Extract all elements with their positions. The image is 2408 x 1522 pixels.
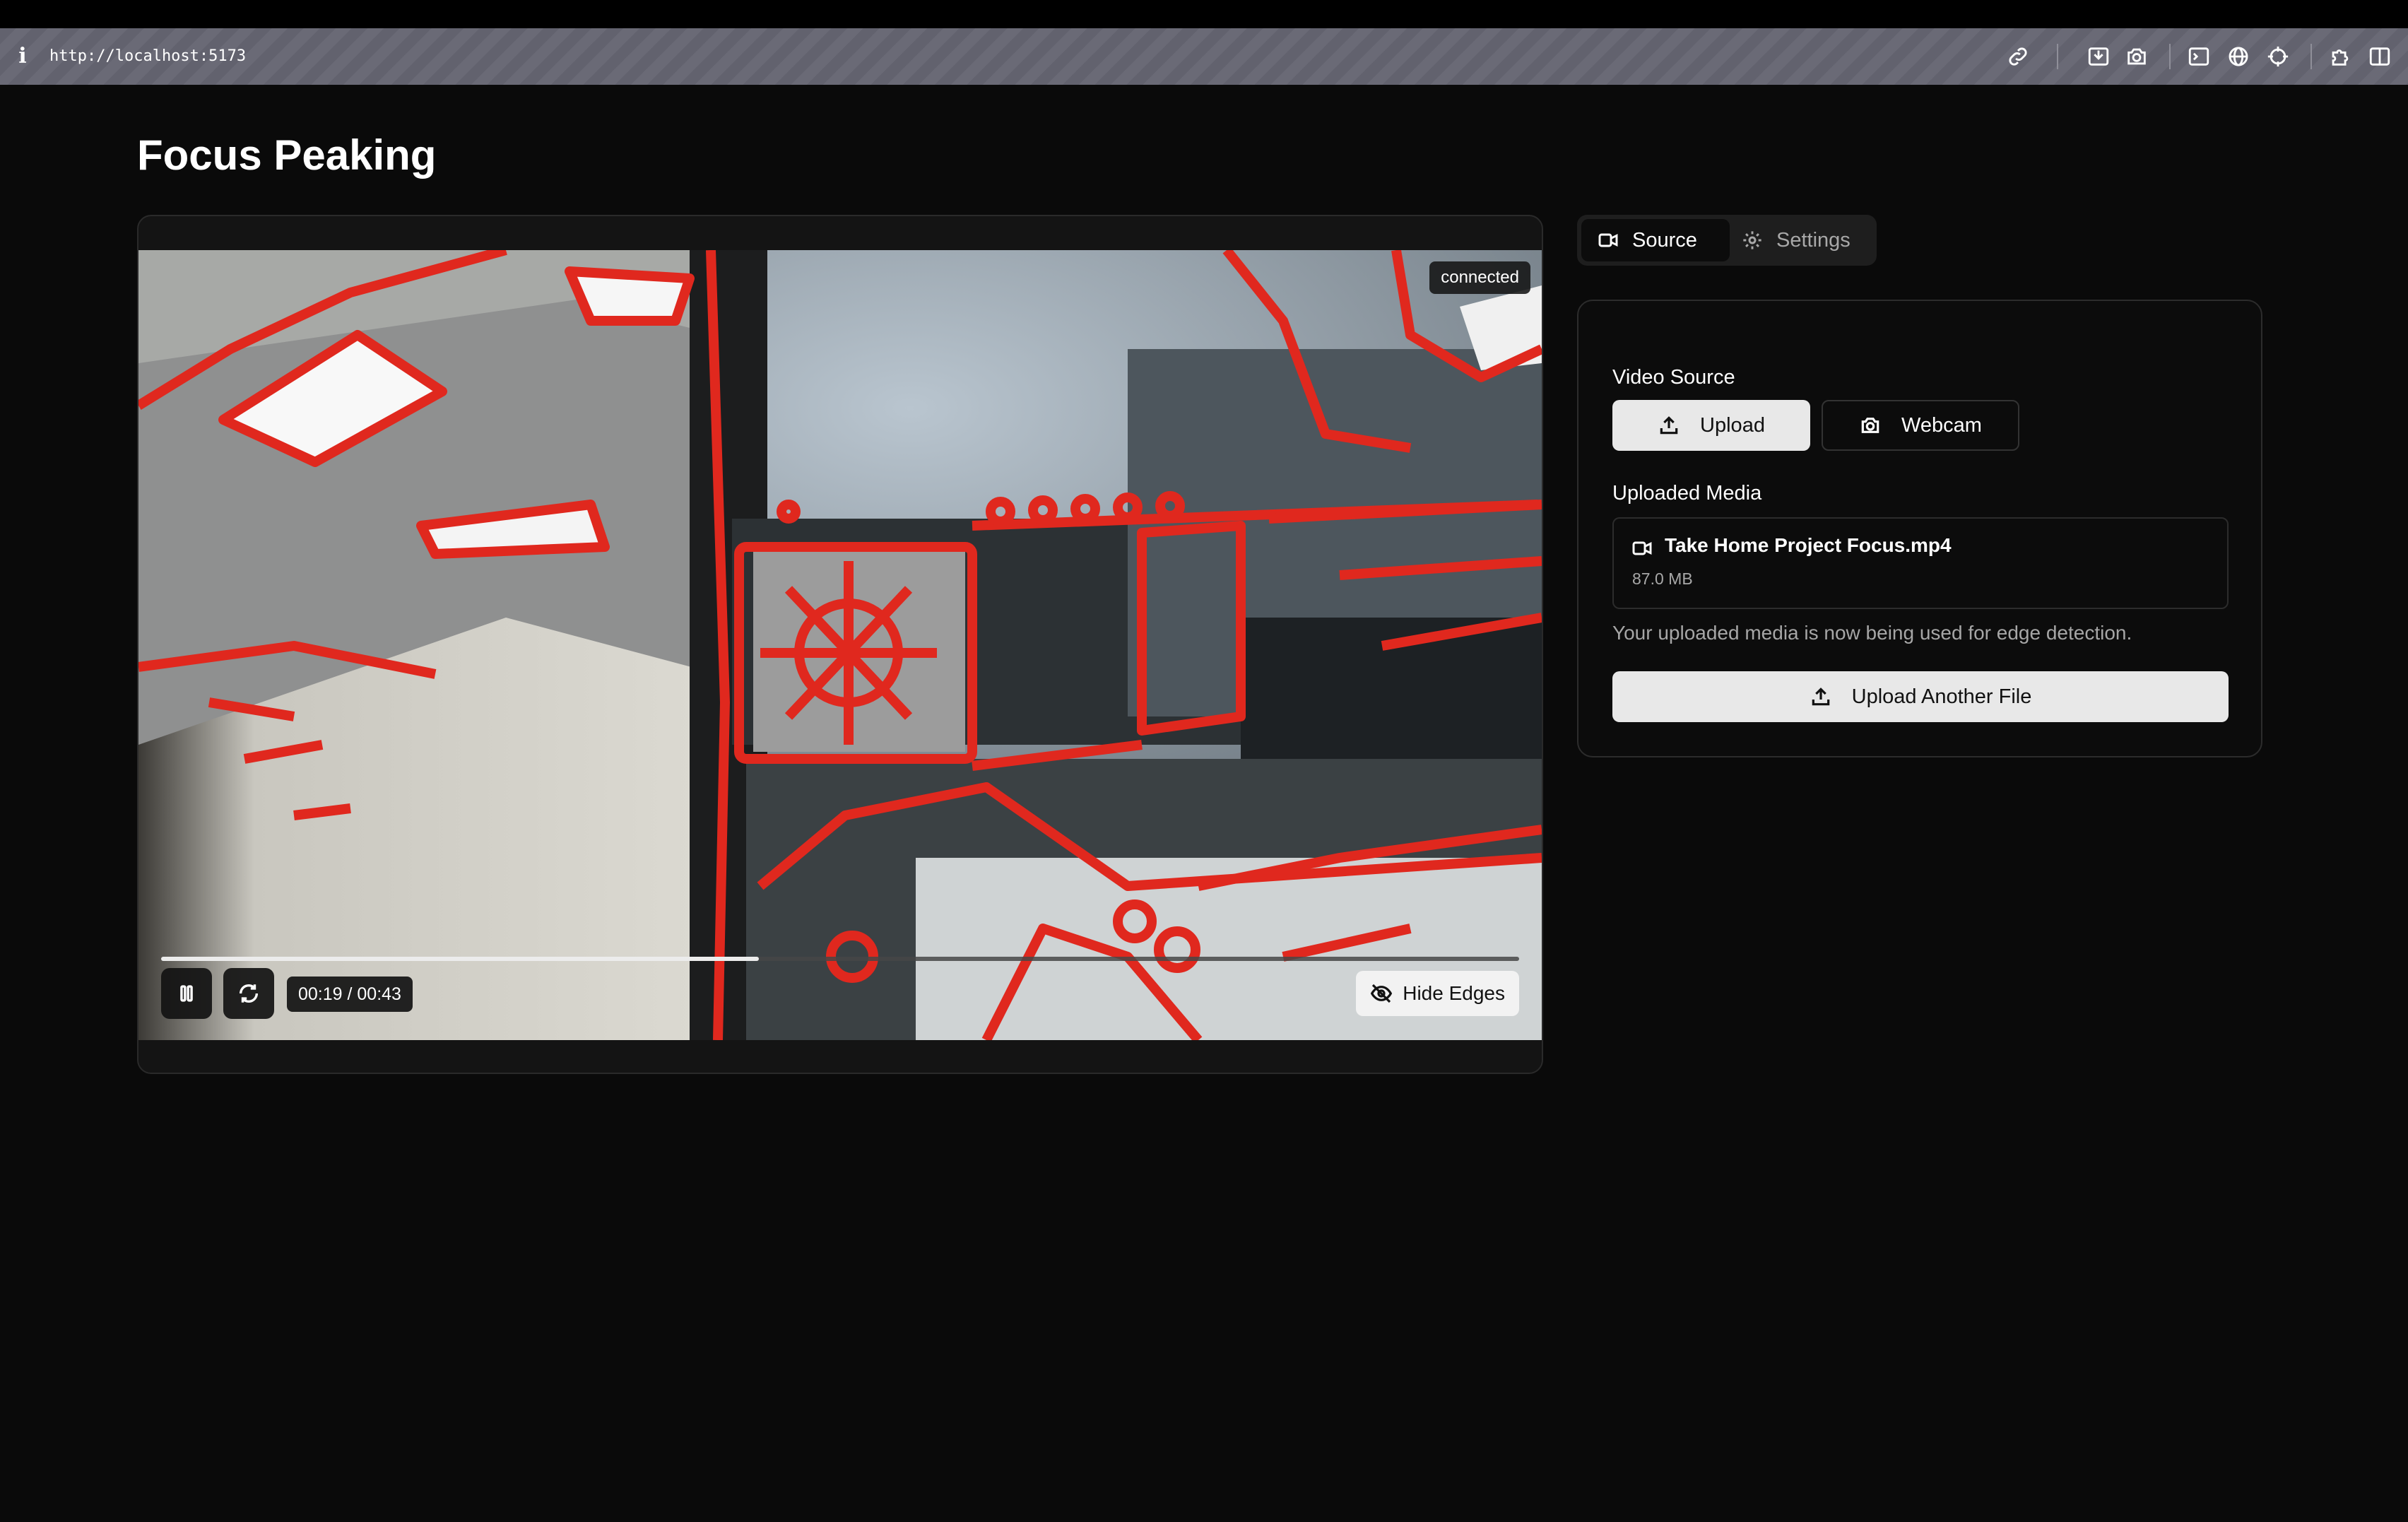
pause-button[interactable] — [161, 968, 212, 1019]
crosshair-icon[interactable] — [2261, 40, 2295, 73]
source-panel: Video Source Upload Webcam Uploaded Medi… — [1577, 300, 2262, 757]
toolbar-divider — [2057, 44, 2058, 69]
globe-icon[interactable] — [2221, 40, 2255, 73]
save-icon[interactable] — [2082, 40, 2115, 73]
upload-icon — [1812, 688, 1829, 706]
video-file-icon — [1631, 537, 1653, 560]
terminal-icon[interactable] — [2182, 40, 2216, 73]
source-settings-tabs: Source Settings — [1577, 215, 1877, 266]
uploaded-file-size: 87.0 MB — [1632, 570, 1693, 588]
toolbar-divider — [2169, 44, 2171, 69]
url-text[interactable]: http://localhost:5173 — [49, 44, 246, 69]
gear-icon — [1743, 231, 1761, 249]
webcam-source-label: Webcam — [1901, 413, 1982, 437]
info-icon[interactable]: i — [16, 44, 30, 69]
tab-source-label: Source — [1632, 228, 1697, 252]
webcam-source-button[interactable]: Webcam — [1822, 400, 2019, 451]
video-source-label: Video Source — [1612, 366, 1735, 389]
upload-another-label: Upload Another File — [1851, 685, 2032, 708]
playback-time: 00:19 / 00:43 — [287, 977, 413, 1012]
pause-icon — [180, 985, 193, 1002]
upload-status-text: Your uploaded media is now being used fo… — [1612, 622, 2132, 644]
hide-edges-button[interactable]: Hide Edges — [1356, 971, 1519, 1016]
page-title: Focus Peaking — [137, 131, 437, 179]
tab-source[interactable]: Source — [1581, 219, 1730, 261]
video-player: connected 00:19 / 00:43 Hide Edges — [137, 215, 1543, 1074]
camera-icon[interactable] — [2120, 40, 2154, 73]
refresh-icon — [239, 984, 259, 1003]
restart-button[interactable] — [223, 968, 274, 1019]
video-frame[interactable]: connected 00:19 / 00:43 Hide Edges — [138, 250, 1542, 1040]
tab-settings-label: Settings — [1776, 228, 1851, 252]
video-camera-icon — [1598, 233, 1618, 247]
uploaded-media-label: Uploaded Media — [1612, 482, 1762, 505]
uploaded-file-name: Take Home Project Focus.mp4 — [1665, 534, 1952, 556]
toolbar-divider — [2310, 44, 2312, 69]
sidebar-icon[interactable] — [2363, 40, 2397, 73]
browser-toolbar: i http://localhost:5173 — [0, 28, 2408, 85]
uploaded-file-card: Take Home Project Focus.mp4 87.0 MB — [1612, 517, 2229, 609]
link-icon[interactable] — [2001, 40, 2035, 73]
upload-icon — [1660, 416, 1678, 435]
hide-edges-label: Hide Edges — [1403, 982, 1505, 1004]
tab-settings[interactable]: Settings — [1734, 219, 1872, 261]
video-progress-fill — [161, 957, 759, 961]
upload-source-label: Upload — [1700, 413, 1765, 437]
upload-source-button[interactable]: Upload — [1612, 400, 1810, 451]
camera-icon — [1861, 418, 1879, 433]
video-scene — [138, 250, 1542, 1040]
connection-status-badge: connected — [1429, 261, 1530, 294]
upload-another-file-button[interactable]: Upload Another File — [1612, 671, 2229, 722]
eye-off-icon — [1371, 984, 1393, 1003]
puzzle-icon[interactable] — [2323, 40, 2357, 73]
window-top-bar — [0, 0, 2408, 28]
video-progress-bar[interactable] — [161, 957, 1519, 961]
